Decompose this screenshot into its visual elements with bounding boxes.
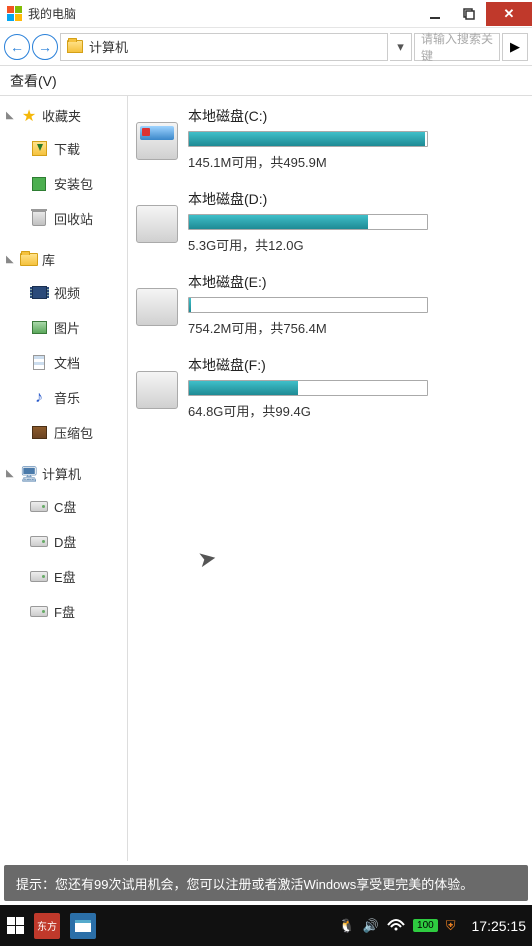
- forward-button[interactable]: →: [32, 34, 58, 60]
- menu-bar: 查看(V): [0, 66, 532, 96]
- drive-usage-bar: [188, 380, 428, 396]
- drive-item[interactable]: 本地磁盘(D:) 5.3G可用，共12.0G: [136, 189, 524, 254]
- taskbar: 东方 🐧 🔊 100 ⛨ 17:25:15: [0, 905, 532, 946]
- maximize-button[interactable]: [452, 2, 486, 26]
- sidebar-computer: ◣ 🖥 计算机 C盘 D盘 E盘 F盘: [6, 464, 127, 629]
- back-button[interactable]: ←: [4, 34, 30, 60]
- taskbar-app-dongfang[interactable]: 东方: [34, 913, 60, 939]
- sidebar-head-favorites[interactable]: ◣ ★ 收藏夹: [6, 106, 127, 125]
- picture-icon: [32, 321, 47, 334]
- sidebar-item-drive-f[interactable]: F盘: [30, 594, 127, 629]
- video-icon: [32, 286, 47, 299]
- sidebar-item-drive-c[interactable]: C盘: [30, 489, 127, 524]
- address-dropdown[interactable]: ▾: [390, 33, 412, 61]
- tray-clock[interactable]: 17:25:15: [472, 918, 527, 934]
- drive-info: 754.2M可用，共756.4M: [188, 318, 512, 337]
- package-icon: [32, 177, 46, 191]
- sidebar-item-drive-e[interactable]: E盘: [30, 559, 127, 594]
- drive-info: 145.1M可用，共495.9M: [188, 152, 512, 171]
- caret-icon: ◣: [6, 468, 16, 479]
- tray-battery-icon[interactable]: 100: [413, 919, 438, 932]
- sidebar-item-pictures[interactable]: 图片: [30, 310, 127, 345]
- sidebar-head-computer[interactable]: ◣ 🖥 计算机: [6, 464, 127, 483]
- drive-usage-bar: [188, 214, 428, 230]
- go-button[interactable]: ▶: [502, 33, 528, 61]
- start-button[interactable]: [6, 917, 24, 935]
- taskbar-app-explorer[interactable]: [70, 913, 96, 939]
- sidebar-favorites: ◣ ★ 收藏夹 下载 安装包 回收站: [6, 106, 127, 236]
- menu-view[interactable]: 查看(V): [10, 71, 57, 91]
- drive-usage-bar: [188, 131, 428, 147]
- download-icon: [32, 141, 47, 156]
- drive-icon: [136, 371, 178, 409]
- drive-icon: [136, 205, 178, 243]
- disk-icon: [30, 501, 48, 512]
- tip-text: 提示：您还有99次试用机会，您可以注册或者激活Windows享受更完美的体验。: [16, 874, 473, 893]
- trash-icon: [32, 211, 46, 226]
- cursor-icon: ➤: [196, 545, 219, 574]
- drive-item[interactable]: 本地磁盘(F:) 64.8G可用，共99.4G: [136, 355, 524, 420]
- drive-icon: [136, 122, 178, 160]
- tray-qq-icon[interactable]: 🐧: [339, 918, 355, 934]
- window-title: 我的电脑: [28, 5, 76, 22]
- drive-name: 本地磁盘(E:): [188, 272, 512, 292]
- windows-logo-icon: [6, 6, 22, 22]
- sidebar-item-downloads[interactable]: 下载: [30, 131, 127, 166]
- explorer-window: 我的电脑 ✕ ← → 计算机 ▾ 请输入搜索关键 ▶ 查看(V) ◣ ★ 收藏夹: [0, 0, 532, 905]
- sidebar-library: ◣ 库 视频 图片 文档 ♪音乐 压缩包: [6, 250, 127, 450]
- sidebar: ◣ ★ 收藏夹 下载 安装包 回收站 ◣ 库 视频 图片: [0, 96, 128, 861]
- sidebar-item-packages[interactable]: 安装包: [30, 166, 127, 201]
- sidebar-item-recycle[interactable]: 回收站: [30, 201, 127, 236]
- content-pane[interactable]: 本地磁盘(C:) 145.1M可用，共495.9M 本地磁盘(D:) 5.3G可用，共…: [128, 96, 532, 861]
- address-bar[interactable]: 计算机: [60, 33, 388, 61]
- drive-name: 本地磁盘(D:): [188, 189, 512, 209]
- disk-icon: [30, 536, 48, 547]
- sidebar-item-archives[interactable]: 压缩包: [30, 415, 127, 450]
- drive-item[interactable]: 本地磁盘(C:) 145.1M可用，共495.9M: [136, 106, 524, 171]
- sidebar-item-music[interactable]: ♪音乐: [30, 380, 127, 415]
- navigation-bar: ← → 计算机 ▾ 请输入搜索关键 ▶: [0, 28, 532, 66]
- star-icon: ★: [20, 108, 38, 124]
- folder-icon: [67, 40, 83, 53]
- drive-info: 64.8G可用，共99.4G: [188, 401, 512, 420]
- caret-icon: ◣: [6, 254, 16, 265]
- disk-icon: [30, 571, 48, 582]
- document-icon: [33, 355, 45, 370]
- computer-icon: 🖥: [20, 466, 38, 482]
- archive-icon: [32, 426, 47, 439]
- tray-wifi-icon[interactable]: [387, 917, 405, 934]
- body: ◣ ★ 收藏夹 下载 安装包 回收站 ◣ 库 视频 图片: [0, 96, 532, 861]
- address-text: 计算机: [89, 37, 128, 56]
- close-button[interactable]: ✕: [486, 2, 532, 26]
- drive-name: 本地磁盘(C:): [188, 106, 512, 126]
- tray-volume-icon[interactable]: 🔊: [363, 918, 379, 934]
- drive-item[interactable]: 本地磁盘(E:) 754.2M可用，共756.4M: [136, 272, 524, 337]
- tray-shield-icon[interactable]: ⛨: [446, 918, 456, 934]
- sidebar-head-library[interactable]: ◣ 库: [6, 250, 127, 269]
- tip-bar[interactable]: 提示：您还有99次试用机会，您可以注册或者激活Windows享受更完美的体验。: [4, 865, 528, 901]
- drive-info: 5.3G可用，共12.0G: [188, 235, 512, 254]
- disk-icon: [30, 606, 48, 617]
- music-icon: ♪: [30, 390, 48, 406]
- titlebar: 我的电脑 ✕: [0, 0, 532, 28]
- system-tray: 🐧 🔊 100 ⛨ 17:25:15: [339, 917, 526, 934]
- sidebar-item-drive-d[interactable]: D盘: [30, 524, 127, 559]
- search-input[interactable]: 请输入搜索关键: [414, 33, 500, 61]
- drive-icon: [136, 288, 178, 326]
- sidebar-item-documents[interactable]: 文档: [30, 345, 127, 380]
- caret-icon: ◣: [6, 110, 16, 121]
- sidebar-item-video[interactable]: 视频: [30, 275, 127, 310]
- minimize-button[interactable]: [418, 2, 452, 26]
- drive-usage-bar: [188, 297, 428, 313]
- drive-name: 本地磁盘(F:): [188, 355, 512, 375]
- folder-icon: [20, 253, 38, 266]
